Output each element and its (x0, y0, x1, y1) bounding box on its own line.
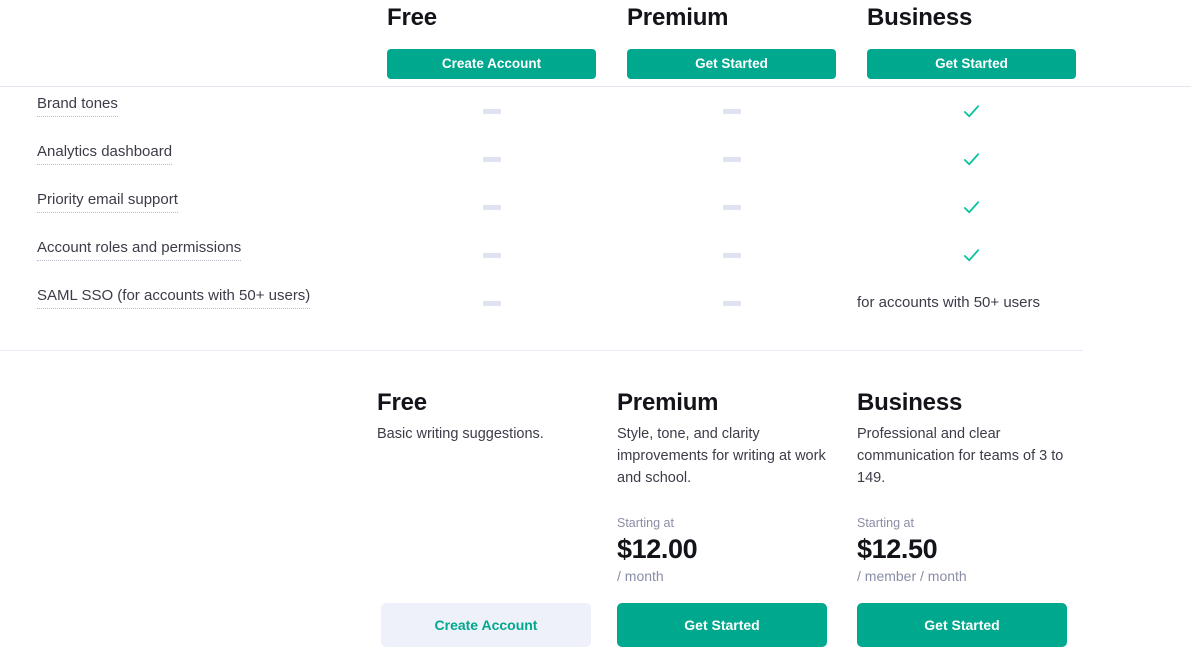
feature-cell-premium (627, 183, 836, 231)
card-title-free: Free (377, 389, 427, 416)
feature-cell-business (867, 87, 1076, 135)
plan-column-header-free: Free Create Account (387, 0, 596, 79)
feature-cell-premium (627, 279, 836, 327)
section-divider (0, 350, 1083, 351)
table-row: Priority email support (0, 183, 1191, 231)
dash-icon (722, 252, 741, 258)
dash-icon (482, 204, 501, 210)
dash-icon (482, 252, 501, 258)
dash-icon (482, 300, 501, 306)
card-description-business: Professional and clear communication for… (857, 426, 1064, 486)
feature-cell-free (387, 231, 596, 279)
feature-label-cell: Analytics dashboard (37, 142, 173, 165)
dash-icon (722, 108, 741, 114)
feature-cell-premium (627, 87, 836, 135)
feature-cell-text: for accounts with 50+ users (857, 294, 1041, 311)
plan-title-business: Business (867, 4, 973, 31)
feature-label[interactable]: Priority email support (37, 190, 178, 213)
feature-label[interactable]: Account roles and permissions (37, 238, 242, 261)
feature-label-cell: Brand tones (37, 94, 118, 117)
feature-label[interactable]: Brand tones (37, 94, 118, 117)
plan-column-header-premium: Premium Get Started (627, 0, 836, 79)
price-starting-label-business: Starting at (857, 516, 914, 530)
table-row: Analytics dashboard (0, 135, 1191, 183)
dash-icon (722, 204, 741, 210)
table-row: Account roles and permissions (0, 231, 1191, 279)
feature-cell-free (387, 279, 596, 327)
dash-icon (482, 108, 501, 114)
plan-column-header-business: Business Get Started (867, 0, 1076, 79)
feature-cell-free (387, 183, 596, 231)
table-row: SAML SSO (for accounts with 50+ users) f… (0, 279, 1191, 327)
table-row: Brand tones (0, 87, 1191, 135)
feature-cell-business (867, 135, 1076, 183)
price-period-premium: / month (617, 568, 664, 584)
dash-icon (722, 300, 741, 306)
feature-cell-free (387, 87, 596, 135)
plan-title-premium: Premium (627, 4, 729, 31)
plan-title-free: Free (387, 4, 437, 31)
feature-label-cell: Priority email support (37, 190, 178, 213)
feature-cell-premium (627, 231, 836, 279)
header-cta-premium[interactable]: Get Started (627, 49, 836, 79)
card-cta-premium[interactable]: Get Started (617, 603, 827, 647)
price-amount-premium: $12.00 (617, 534, 698, 564)
feature-comparison-table: Brand tones Analytics dashboard Priority… (0, 87, 1191, 327)
feature-label[interactable]: Analytics dashboard (37, 142, 173, 165)
feature-cell-free (387, 135, 596, 183)
price-block-business: Starting at $12.50 / member / month (857, 515, 1067, 585)
plan-cards: Free Basic writing suggestions. Create A… (0, 388, 1191, 653)
header-cta-free[interactable]: Create Account (387, 49, 596, 79)
plan-card-business: Business Professional and clear communic… (857, 388, 1067, 653)
card-cta-business[interactable]: Get Started (857, 603, 1067, 647)
feature-label-cell: Account roles and permissions (37, 238, 242, 261)
price-block-premium: Starting at $12.00 / month (617, 515, 827, 585)
feature-label[interactable]: SAML SSO (for accounts with 50+ users) (37, 286, 311, 309)
plan-header-row: Free Create Account Premium Get Started … (0, 0, 1191, 86)
plan-card-free: Free Basic writing suggestions. Create A… (377, 388, 591, 653)
card-cta-free[interactable]: Create Account (381, 603, 591, 647)
card-title-business: Business (857, 389, 963, 416)
plan-card-premium: Premium Style, tone, and clarity improve… (617, 388, 827, 653)
feature-cell-business (867, 231, 1076, 279)
price-period-business: / member / month (857, 568, 967, 584)
feature-cell-premium (627, 135, 836, 183)
feature-cell-business (867, 183, 1076, 231)
price-amount-business: $12.50 (857, 534, 938, 564)
card-description-free: Basic writing suggestions. (377, 426, 544, 442)
dash-icon (722, 156, 741, 162)
check-icon (963, 104, 980, 117)
card-title-premium: Premium (617, 389, 719, 416)
feature-cell-business: for accounts with 50+ users (857, 279, 1097, 327)
check-icon (963, 248, 980, 261)
dash-icon (482, 156, 501, 162)
check-icon (963, 200, 980, 213)
price-starting-label-premium: Starting at (617, 516, 674, 530)
check-icon (963, 152, 980, 165)
header-cta-business[interactable]: Get Started (867, 49, 1076, 79)
feature-label-cell: SAML SSO (for accounts with 50+ users) (37, 286, 311, 309)
card-description-premium: Style, tone, and clarity improvements fo… (617, 426, 826, 486)
